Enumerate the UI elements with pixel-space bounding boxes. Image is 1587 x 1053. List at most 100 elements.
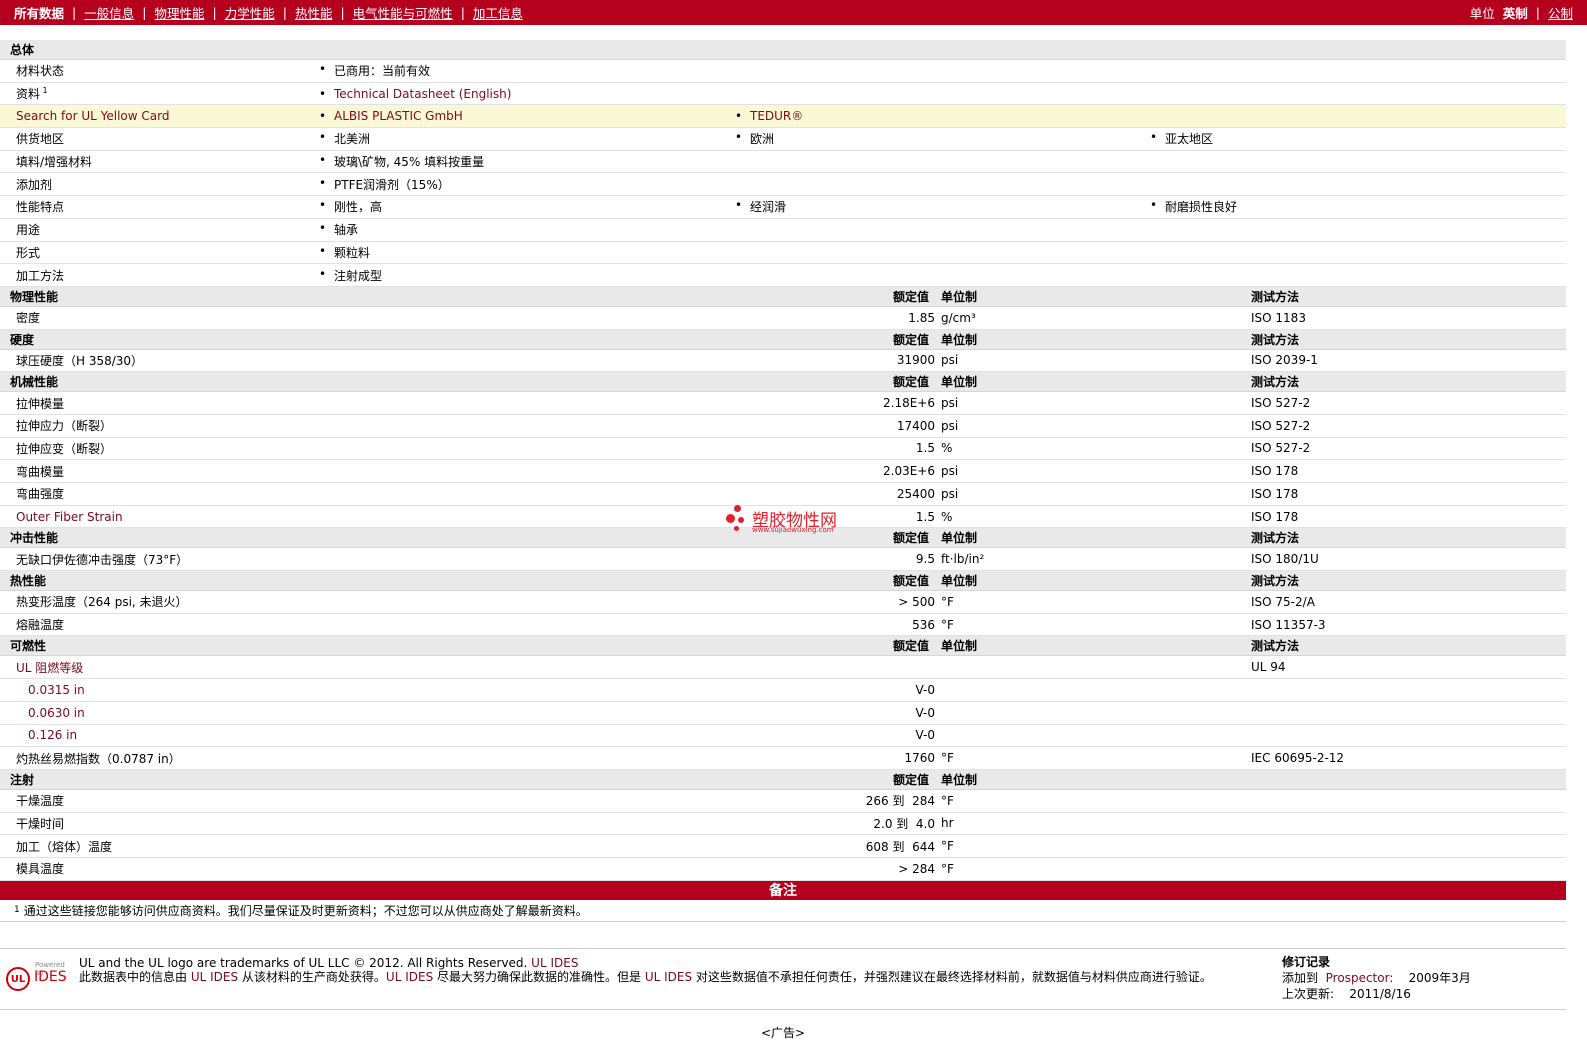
property-row: 灼热丝易燃指数（0.0787 in） 1760 °F IEC 60695-2-12 [0, 747, 1566, 770]
ul-ides-logo: Powered by UL IDES [6, 957, 70, 997]
property-value: > 500 [898, 594, 935, 609]
section-header-general: 总体 [0, 40, 1566, 60]
row-label[interactable]: Search for UL Yellow Card [16, 109, 169, 123]
note-text: 通过这些链接您能够访问供应商资料。我们尽量保证及时更新资料；不过您可以从供应商处… [23, 903, 588, 918]
row-value: 欧洲 [735, 130, 774, 147]
ad-label: <广告> [760, 1026, 806, 1040]
property-label: 无缺口伊佐德冲击强度（73°F） [16, 552, 189, 567]
property-value: 2.03E+6 [883, 464, 935, 479]
header-nominal: 额定值 [893, 289, 930, 304]
property-label: 热变形温度（264 psi, 未退火） [16, 595, 188, 610]
row-label: 用途 [16, 223, 41, 238]
row-label: 资料 1 [16, 86, 48, 102]
header-nominal: 额定值 [893, 531, 930, 546]
unit-switcher: 单位 英制 | 公制 [1469, 3, 1573, 22]
section-title: 物理性能 [10, 289, 59, 304]
tab-3[interactable]: 物理性能 [154, 3, 204, 22]
units-label: 单位 [1469, 6, 1495, 21]
property-unit: psi [941, 396, 959, 411]
section-header: 可燃性 额定值 单位制 测试方法 [0, 636, 1566, 657]
property-label: 熔融温度 [16, 618, 65, 633]
tab-7[interactable]: 加工信息 [473, 3, 523, 22]
header-method: 测试方法 [1251, 332, 1300, 347]
row-value: 刚性，高 [319, 198, 382, 215]
property-row: 弯曲强度 25400 psi ISO 178 [0, 483, 1566, 506]
property-label: 拉伸应变（断裂） [16, 441, 113, 456]
property-label: 弯曲模量 [16, 464, 65, 479]
header-unit: 单位制 [941, 772, 978, 787]
general-row: 加工方法 注射成型 [0, 264, 1566, 287]
footer: Powered by UL IDES UL and the UL logo ar… [0, 948, 1566, 1010]
header-nominal: 额定值 [893, 574, 930, 589]
footnote-ref: 1 [40, 86, 48, 96]
row-value[interactable]: Technical Datasheet (English) [319, 87, 511, 101]
property-row: 热变形温度（264 psi, 未退火） > 500 °F ISO 75-2/A [0, 591, 1566, 614]
unit-imperial: 英制 [1502, 6, 1528, 21]
row-value[interactable]: TEDUR® [735, 109, 803, 123]
property-value: 1.85 [908, 310, 935, 325]
row-value: PTFE润滑剂（15%） [319, 176, 450, 193]
ul-logo-icon: UL [6, 967, 30, 991]
tab-1[interactable]: 所有数据 [14, 3, 64, 22]
property-label[interactable]: Outer Fiber Strain [16, 510, 123, 524]
tab-2[interactable]: 一般信息 [84, 3, 134, 22]
revision-history: 修订记录 添加到 Prospector: 2009年3月 上次更新: 2011/… [1282, 955, 1471, 1001]
section-header: 物理性能 额定值 单位制 测试方法 [0, 286, 1566, 307]
header-nominal: 额定值 [893, 375, 930, 390]
section-title: 机械性能 [10, 375, 59, 390]
header-unit: 单位制 [941, 639, 978, 654]
row-value: 耐磨损性良好 [1150, 198, 1237, 215]
header-method: 测试方法 [1251, 574, 1300, 589]
row-value: 已商用：当前有效 [319, 62, 430, 79]
section-title: 可燃性 [10, 639, 47, 654]
test-method: ISO 527-2 [1251, 396, 1311, 411]
property-row: 0.0315 in V-0 [0, 679, 1566, 702]
section-title: 注射 [10, 772, 35, 787]
property-value: 2.0 到 4.0 [873, 816, 935, 831]
row-value: 经润滑 [735, 198, 786, 215]
row-value: 注射成型 [319, 267, 382, 284]
property-unit: °F [941, 861, 954, 876]
test-method: ISO 178 [1251, 509, 1299, 524]
section-header: 热性能 额定值 单位制 测试方法 [0, 571, 1566, 592]
property-label: 灼热丝易燃指数（0.0787 in） [16, 751, 181, 766]
prospector-link[interactable]: Prospector: [1326, 971, 1394, 985]
property-row: 球压硬度（H 358/30） 31900 psi ISO 2039-1 [0, 350, 1566, 373]
row-value: 轴承 [319, 221, 358, 238]
notes-header: 备注 [0, 880, 1566, 900]
property-label: 拉伸模量 [16, 396, 65, 411]
watermark-url: www.sujiaowuxing.com [752, 526, 834, 534]
ul-ides-link[interactable]: UL IDES [531, 956, 578, 970]
unit-metric-link[interactable]: 公制 [1548, 3, 1573, 22]
property-row: 模具温度 > 284 °F [0, 858, 1566, 881]
test-method: ISO 527-2 [1251, 418, 1311, 433]
footnote-number: 1 [14, 905, 20, 916]
property-value: 25400 [896, 486, 935, 501]
property-unit: °F [941, 617, 954, 632]
property-unit: psi [941, 464, 959, 479]
property-label: 球压硬度（H 358/30） [16, 353, 144, 368]
row-value[interactable]: ALBIS PLASTIC GmbH [319, 109, 463, 123]
test-method: ISO 180/1U [1251, 552, 1319, 567]
property-row: UL 阻燃等级 UL 94 [0, 656, 1566, 680]
tab-5[interactable]: 热性能 [295, 3, 333, 22]
property-label: 0.126 in [28, 728, 78, 743]
tab-6[interactable]: 电气性能与可燃性 [353, 3, 453, 22]
section-title: 总体 [10, 43, 35, 57]
property-unit: ft·lb/in² [941, 552, 985, 567]
general-row: 供货地区 北美洲 欧洲 亚太地区 [0, 128, 1566, 151]
property-row: 加工（熔体）温度 608 到 644 °F [0, 835, 1566, 858]
top-nav-bar: 所有数据 | 一般信息 | 物理性能 | 力学性能 | 热性能 | 电气性能与可燃性 | 加工信息 单位… [0, 0, 1587, 25]
header-method: 测试方法 [1251, 639, 1300, 654]
test-method: ISO 527-2 [1251, 441, 1311, 456]
row-value: 颗粒料 [319, 244, 370, 261]
scrollbar[interactable] [1566, 25, 1587, 1053]
property-unit: °F [941, 594, 954, 609]
tab-4[interactable]: 力学性能 [225, 3, 275, 22]
note-row: 1 通过这些链接您能够访问供应商资料。我们尽量保证及时更新资料；不过您可以从供应商… [0, 900, 1566, 922]
property-row: 拉伸应力（断裂） 17400 psi ISO 527-2 [0, 415, 1566, 438]
nav-separator: | [142, 5, 147, 20]
property-label[interactable]: UL 阻燃等级 [16, 659, 83, 676]
property-label: 模具温度 [16, 862, 65, 877]
property-value: 1.5 [915, 509, 935, 524]
